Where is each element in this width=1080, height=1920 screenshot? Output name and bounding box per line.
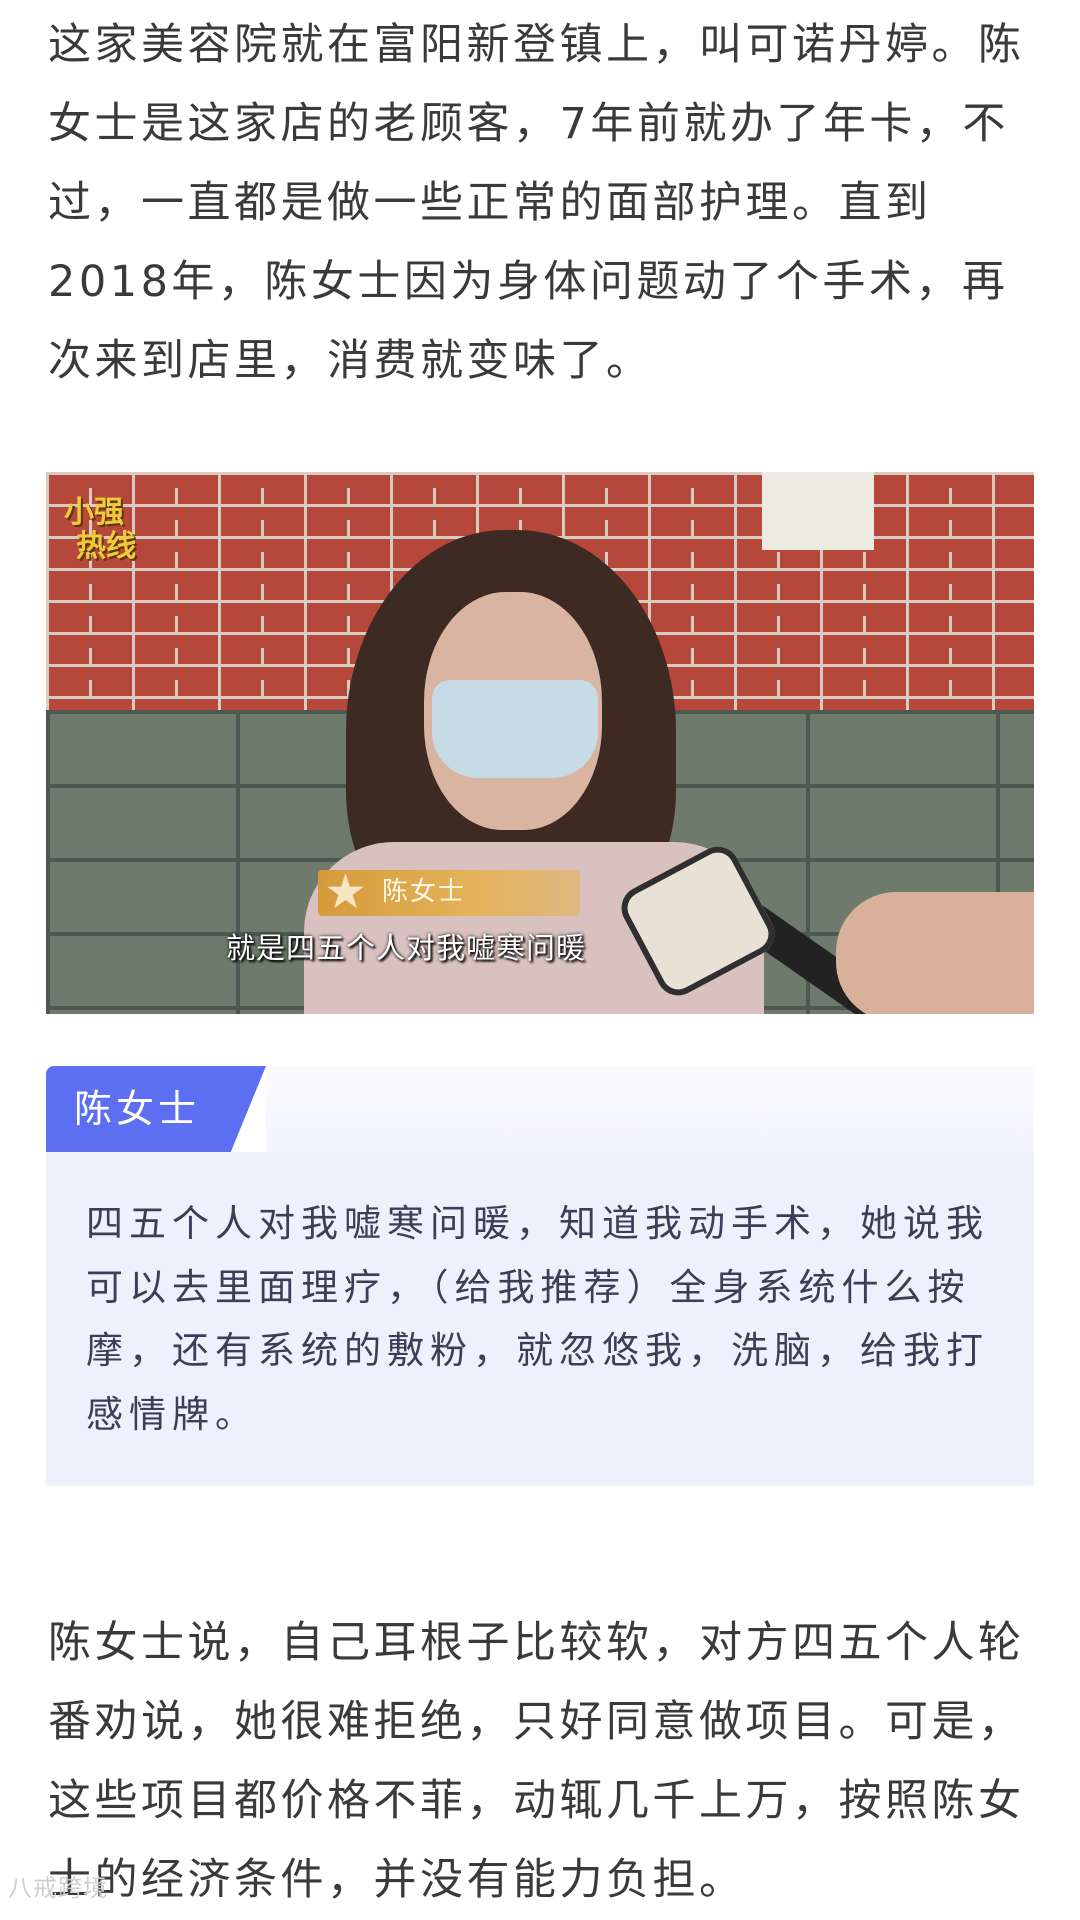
quote-text: 四五个人对我嘘寒问暖，知道我动手术，她说我可以去里面理疗，（给我推荐）全身系统什… [86, 1202, 989, 1436]
star-icon: ★ [324, 864, 368, 920]
tv-channel-logo: 小强 热线 [64, 495, 136, 564]
watermark: 八戒跨境 [8, 1874, 108, 1902]
reporter-hand [836, 892, 1034, 1014]
article-paragraph: 陈女士说，自己耳根子比较软，对方四五个人轮番劝说，她很难拒绝，只好同意做项目。可… [48, 1618, 1025, 1905]
quote-speaker-label: 陈女士 [74, 1087, 201, 1131]
quote-header-background [266, 1066, 1034, 1152]
article-paragraph: 这家美容院就在富阳新登镇上，叫可诺丹婷。陈女士是这家店的老顾客，7年前就办了年卡… [48, 20, 1025, 386]
video-subtitle: 就是四五个人对我嘘寒问暖 [226, 931, 587, 965]
name-caption: 陈女士 [382, 877, 467, 907]
news-photo[interactable]: 小强 热线 ★ 陈女士 就是四五个人对我嘘寒问暖 [46, 472, 1034, 1014]
face-mask [432, 680, 598, 778]
wall-paper-notice [762, 472, 874, 550]
